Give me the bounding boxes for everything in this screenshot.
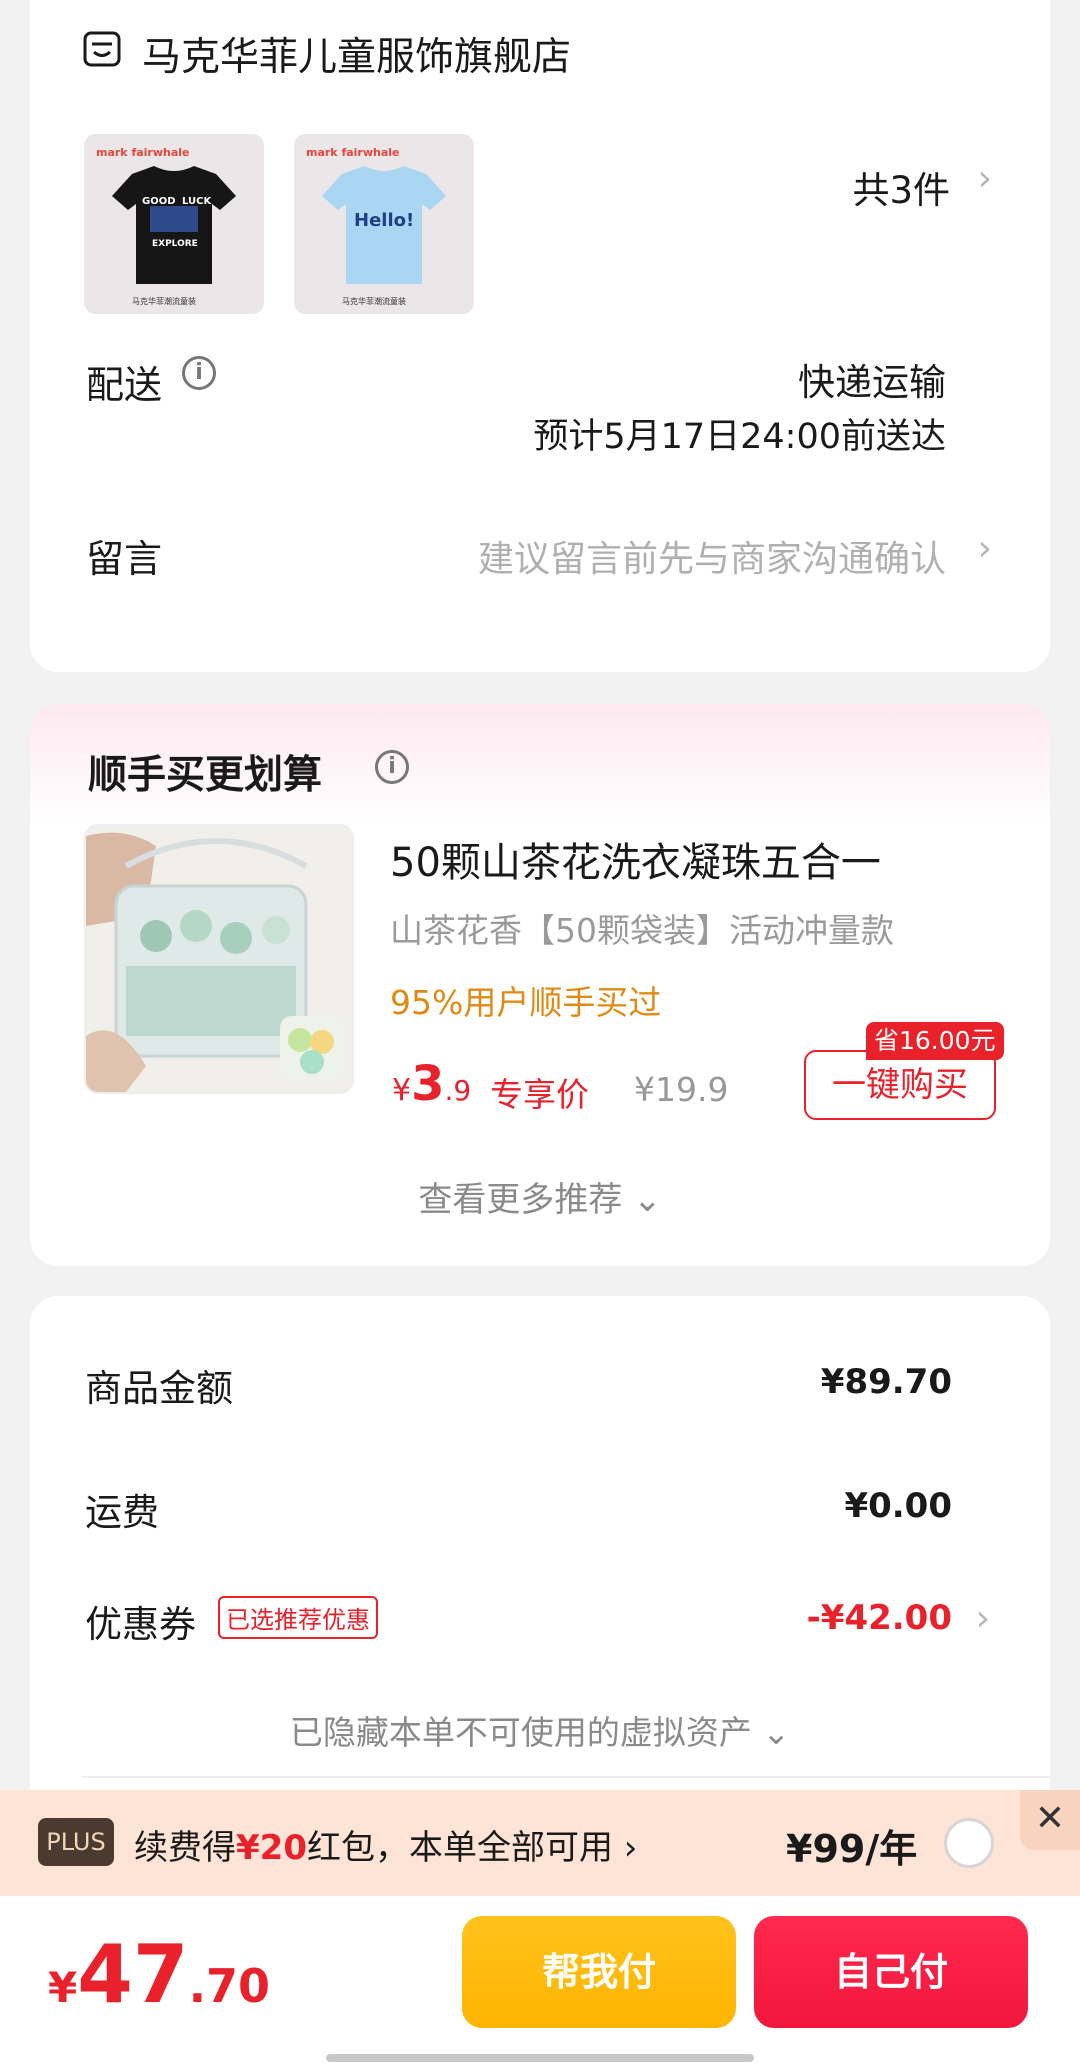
total-currency: ¥ [48, 1963, 78, 2012]
recommend-product-name[interactable]: 50颗山茶花洗衣凝珠五合一 [390, 830, 881, 888]
pay-myself-button[interactable]: 自己付 [754, 1916, 1028, 2028]
chevron-right-icon[interactable]: › [978, 158, 992, 199]
total-decimal: .70 [188, 1959, 271, 2013]
store-icon [83, 31, 121, 67]
thumb-print-text: GOOD [142, 196, 176, 207]
recommend-product-image[interactable] [84, 824, 354, 1094]
message-label: 留言 [86, 537, 163, 581]
recommend-title: 顺手买更划算 [88, 753, 323, 798]
message-input[interactable]: 建议留言前先与商家沟通确认 [478, 530, 946, 582]
original-price: ¥19.9 [634, 1070, 729, 1109]
plus-text-post: 红包，本单全部可用 [306, 1828, 613, 1868]
recommend-card: 顺手买更划算 i 50颗山茶花洗衣凝珠五合一 山茶花香【50颗袋装】活动冲量款 … [30, 704, 1050, 1266]
thumb-caption: 马克华菲潮流童装 [132, 296, 196, 306]
thumb-brand-text: mark fairwhale [306, 146, 400, 159]
social-proof-text: 95%用户顺手买过 [390, 983, 662, 1022]
thumb-brand-text: mark fairwhale [96, 146, 190, 159]
item-count[interactable]: 共3件 [852, 160, 950, 214]
hidden-assets-toggle[interactable]: 已隐藏本单不可使用的虚拟资产 ⌄ [30, 1706, 1050, 1754]
see-more-recommendations[interactable]: 查看更多推荐 ⌄ [30, 1172, 1050, 1221]
goods-amount-label: 商品金额 [85, 1367, 233, 1410]
chevron-right-icon[interactable]: › [978, 528, 992, 569]
plus-select-radio[interactable] [944, 1818, 994, 1868]
plus-promo-bar[interactable]: PLUS 续费得¥20红包，本单全部可用 › ¥99/年 ✕ [0, 1790, 1080, 1896]
shipping-value: ¥0.00 [844, 1486, 952, 1526]
recommend-price: ¥3.9 [392, 1056, 471, 1112]
delivery-eta: 预计5月17日24:00前送达 [533, 417, 946, 457]
info-icon[interactable]: i [375, 750, 409, 784]
plus-badge: PLUS [38, 1818, 114, 1866]
plus-promo-text[interactable]: 续费得¥20红包，本单全部可用 › [134, 1820, 637, 1869]
thumb-print-text: LUCK [182, 196, 212, 207]
blue-tshirt-image: mark fairwhale Hello! 马克华菲潮流童装 [294, 134, 474, 314]
coupon-recommended-badge: 已选推荐优惠 [218, 1596, 378, 1639]
exclusive-price-tag: 专享价 [490, 1075, 589, 1114]
price-currency: ¥ [392, 1073, 412, 1108]
coupon-value[interactable]: -¥42.00 [807, 1598, 952, 1638]
delivery-method: 快递运输 [798, 361, 946, 404]
info-icon[interactable]: i [182, 356, 216, 390]
store-name[interactable]: 马克华菲儿童服饰旗舰店 [142, 26, 571, 82]
total-integer: 47 [77, 1928, 189, 2021]
help-me-pay-button[interactable]: 帮我付 [462, 1916, 736, 2028]
price-decimal: .9 [444, 1074, 472, 1107]
divider [82, 1776, 1050, 1778]
delivery-label: 配送 [86, 363, 163, 407]
savings-badge: 省16.00元 [866, 1022, 1004, 1060]
laundry-pods-image [86, 826, 352, 1092]
price-integer: 3 [411, 1056, 445, 1112]
one-click-buy-button[interactable]: 一键购买 [804, 1050, 996, 1120]
recommend-product-spec: 山茶花香【50颗袋装】活动冲量款 [390, 911, 894, 950]
black-tshirt-image: mark fairwhale GOOD LUCK EXPLORE 马克华菲潮流童… [84, 134, 264, 314]
plus-price: ¥99/年 [786, 1827, 918, 1871]
coupon-label[interactable]: 优惠券 [85, 1594, 196, 1648]
shipping-label: 运费 [85, 1491, 159, 1534]
checkout-bar: ¥47.70 帮我付 自己付 [0, 1896, 1080, 2066]
plus-text-highlight: ¥20 [236, 1828, 307, 1868]
home-indicator[interactable] [326, 2054, 754, 2062]
product-thumbnail[interactable]: mark fairwhale GOOD LUCK EXPLORE 马克华菲潮流童… [84, 134, 264, 314]
close-icon[interactable]: ✕ [1020, 1790, 1080, 1850]
thumb-caption: 马克华菲潮流童装 [342, 296, 406, 306]
store-order-card: 马克华菲儿童服饰旗舰店 mark fairwhale GOOD LUCK EXP… [30, 0, 1050, 672]
chevron-right-icon[interactable]: › [976, 1598, 990, 1639]
total-price: ¥47.70 [48, 1928, 270, 2021]
chevron-right-icon: › [623, 1828, 638, 1868]
product-thumbnail[interactable]: mark fairwhale Hello! 马克华菲潮流童装 [294, 134, 474, 314]
goods-amount-value: ¥89.70 [820, 1362, 952, 1402]
plus-text-pre: 续费得 [134, 1828, 236, 1868]
thumb-print-text: Hello! [354, 210, 414, 231]
thumb-print-text: EXPLORE [152, 239, 198, 249]
